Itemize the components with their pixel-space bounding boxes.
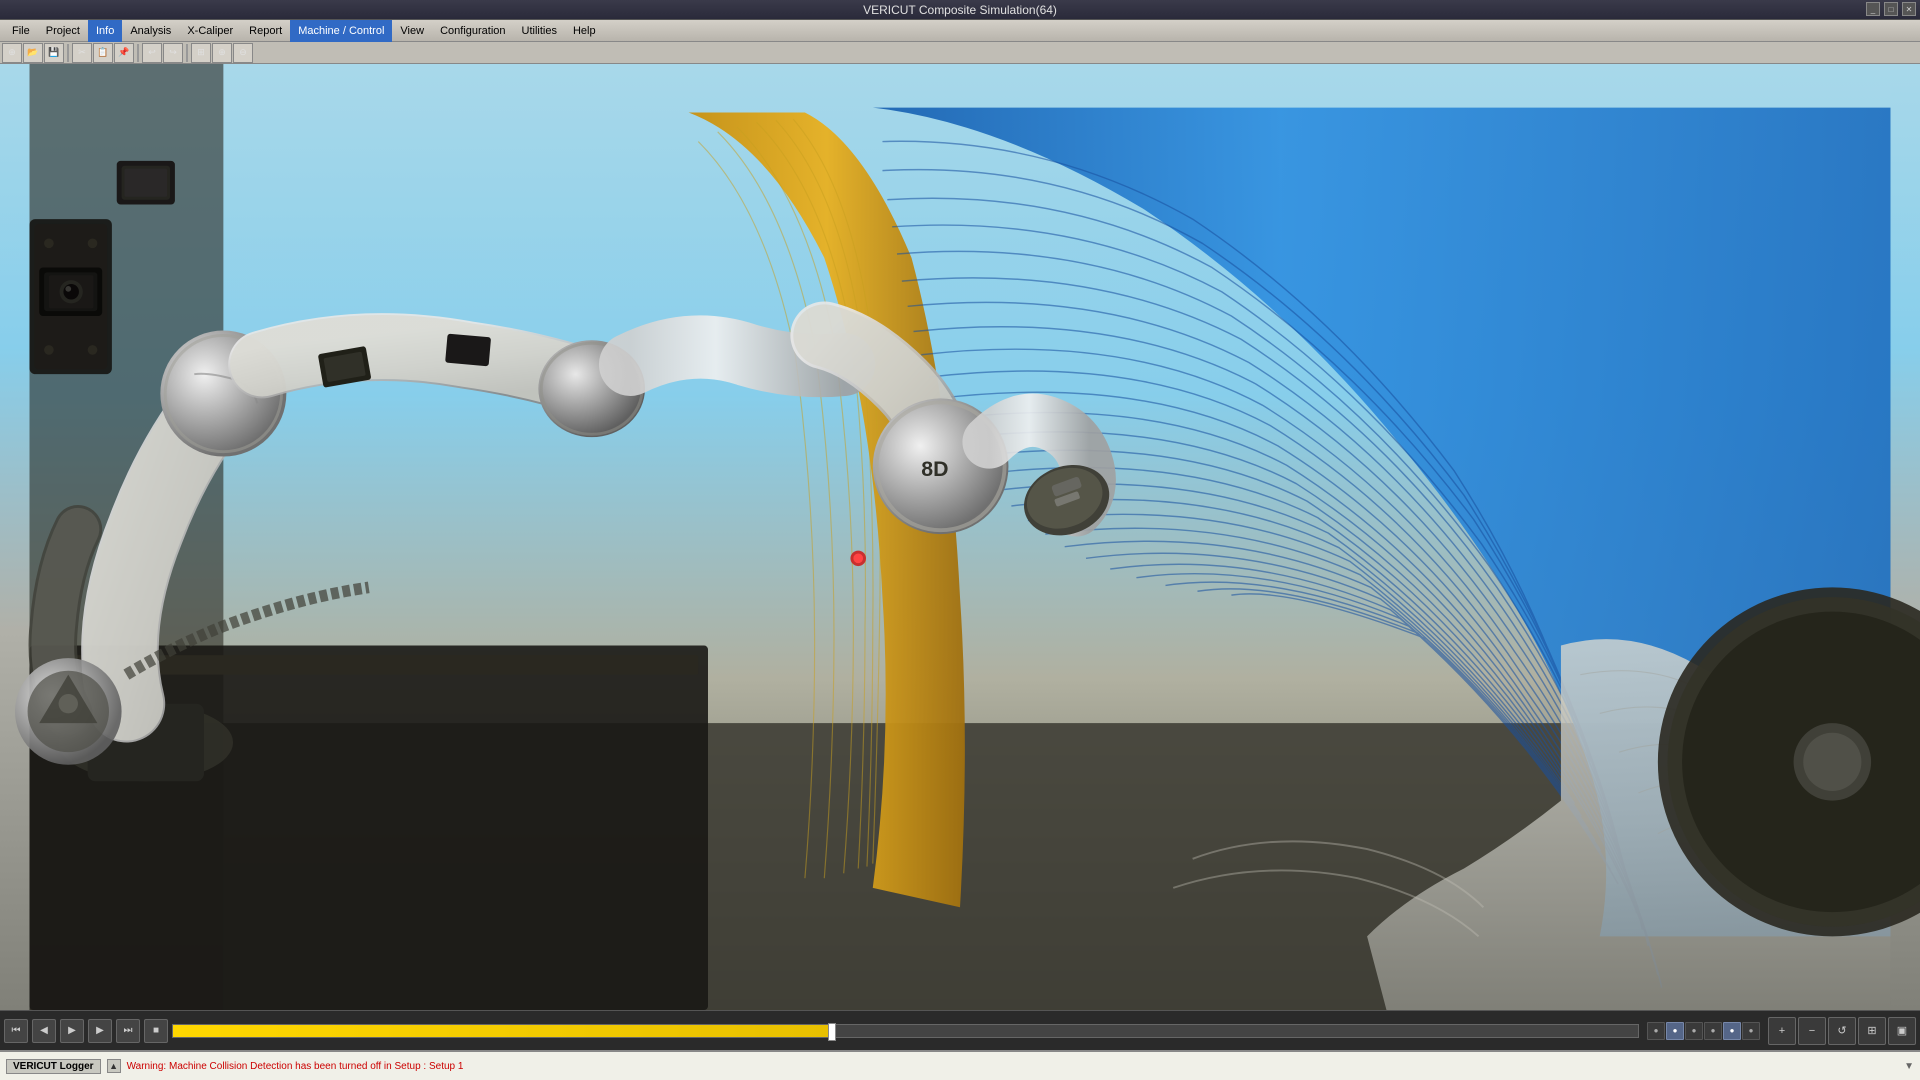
menu-file[interactable]: File [4, 20, 38, 42]
maximize-button[interactable]: □ [1884, 2, 1898, 16]
play-button[interactable]: ▶ [60, 1019, 84, 1043]
title-bar: VERICUT Composite Simulation(64) _ □ ✕ [0, 0, 1920, 20]
toolbar-separator-1 [67, 44, 69, 62]
right-toolbar: + − ↺ ⊞ ▣ [1768, 1017, 1916, 1045]
menu-help[interactable]: Help [565, 20, 604, 42]
menu-configuration[interactable]: Configuration [432, 20, 513, 42]
menu-machine-control[interactable]: Machine / Control [290, 20, 392, 42]
logger-collapse-icon[interactable]: ▼ [1904, 1061, 1914, 1072]
status-icon-mfg[interactable]: ● [1685, 1022, 1703, 1040]
toolbar-open[interactable]: 📂 [23, 43, 43, 63]
view-zoom-in[interactable]: + [1768, 1017, 1796, 1045]
minimize-button[interactable]: _ [1866, 2, 1880, 16]
close-button[interactable]: ✕ [1902, 2, 1916, 16]
menu-bar: File Project Info Analysis X-Caliper Rep… [0, 20, 1920, 42]
main-viewport[interactable]: 8D [0, 64, 1920, 1010]
menu-xcaliper[interactable]: X-Caliper [179, 20, 241, 42]
toolbar-zoom-out[interactable]: ⊖ [233, 43, 253, 63]
status-icon-sim[interactable]: ● [1647, 1022, 1665, 1040]
progress-fill [173, 1025, 832, 1037]
status-icon-fiber[interactable]: ● [1742, 1022, 1760, 1040]
logger-label-button[interactable]: VERICUT Logger [6, 1059, 101, 1074]
progress-track[interactable] [172, 1024, 1639, 1038]
status-icon-meas[interactable]: ● [1723, 1022, 1741, 1040]
view-zoom-out[interactable]: − [1798, 1017, 1826, 1045]
menu-utilities[interactable]: Utilities [514, 20, 565, 42]
rewind-button[interactable]: ⏮ [4, 1019, 28, 1043]
stop-button[interactable]: ■ [144, 1019, 168, 1043]
menu-report[interactable]: Report [241, 20, 290, 42]
toolbar: ⊕ 📂 💾 ✂ 📋 📌 ↩ ↪ ⊞ ⊕ ⊖ [0, 42, 1920, 64]
status-icon-opt[interactable]: ● [1704, 1022, 1722, 1040]
menu-project[interactable]: Project [38, 20, 88, 42]
view-rotate[interactable]: ↺ [1828, 1017, 1856, 1045]
status-icon-col[interactable]: ● [1666, 1022, 1684, 1040]
toolbar-undo[interactable]: ↩ [142, 43, 162, 63]
menu-info[interactable]: Info [88, 20, 122, 42]
menu-analysis[interactable]: Analysis [122, 20, 179, 42]
3d-scene: 8D [0, 64, 1920, 1010]
logger-bar: VERICUT Logger ▲ Warning: Machine Collis… [0, 1050, 1920, 1080]
window-controls[interactable]: _ □ ✕ [1866, 2, 1916, 16]
toolbar-separator-3 [186, 44, 188, 62]
toolbar-copy[interactable]: 📋 [93, 43, 113, 63]
toolbar-zoom-in[interactable]: ⊕ [212, 43, 232, 63]
toolbar-paste[interactable]: 📌 [114, 43, 134, 63]
progress-thumb[interactable] [828, 1023, 836, 1041]
bottom-toolbar: ⏮ ◀ ▶ ▶ ⏭ ■ ● ● ● ● ● ● + − ↺ ⊞ ▣ [0, 1010, 1920, 1050]
svg-text:8D: 8D [921, 457, 948, 481]
toolbar-redo[interactable]: ↪ [163, 43, 183, 63]
step-back-button[interactable]: ◀ [32, 1019, 56, 1043]
toolbar-zoom-fit[interactable]: ⊞ [191, 43, 211, 63]
status-icon-group: ● ● ● ● ● ● [1647, 1022, 1760, 1040]
logger-expand-button[interactable]: ▲ [107, 1059, 121, 1073]
view-options[interactable]: ▣ [1888, 1017, 1916, 1045]
view-fit[interactable]: ⊞ [1858, 1017, 1886, 1045]
toolbar-save[interactable]: 💾 [44, 43, 64, 63]
toolbar-cut[interactable]: ✂ [72, 43, 92, 63]
toolbar-separator-2 [137, 44, 139, 62]
fast-forward-button[interactable]: ⏭ [116, 1019, 140, 1043]
logger-message: Warning: Machine Collision Detection has… [127, 1061, 1899, 1072]
toolbar-new[interactable]: ⊕ [2, 43, 22, 63]
step-forward-button[interactable]: ▶ [88, 1019, 112, 1043]
app-title: VERICUT Composite Simulation(64) [863, 3, 1057, 17]
menu-view[interactable]: View [392, 20, 432, 42]
